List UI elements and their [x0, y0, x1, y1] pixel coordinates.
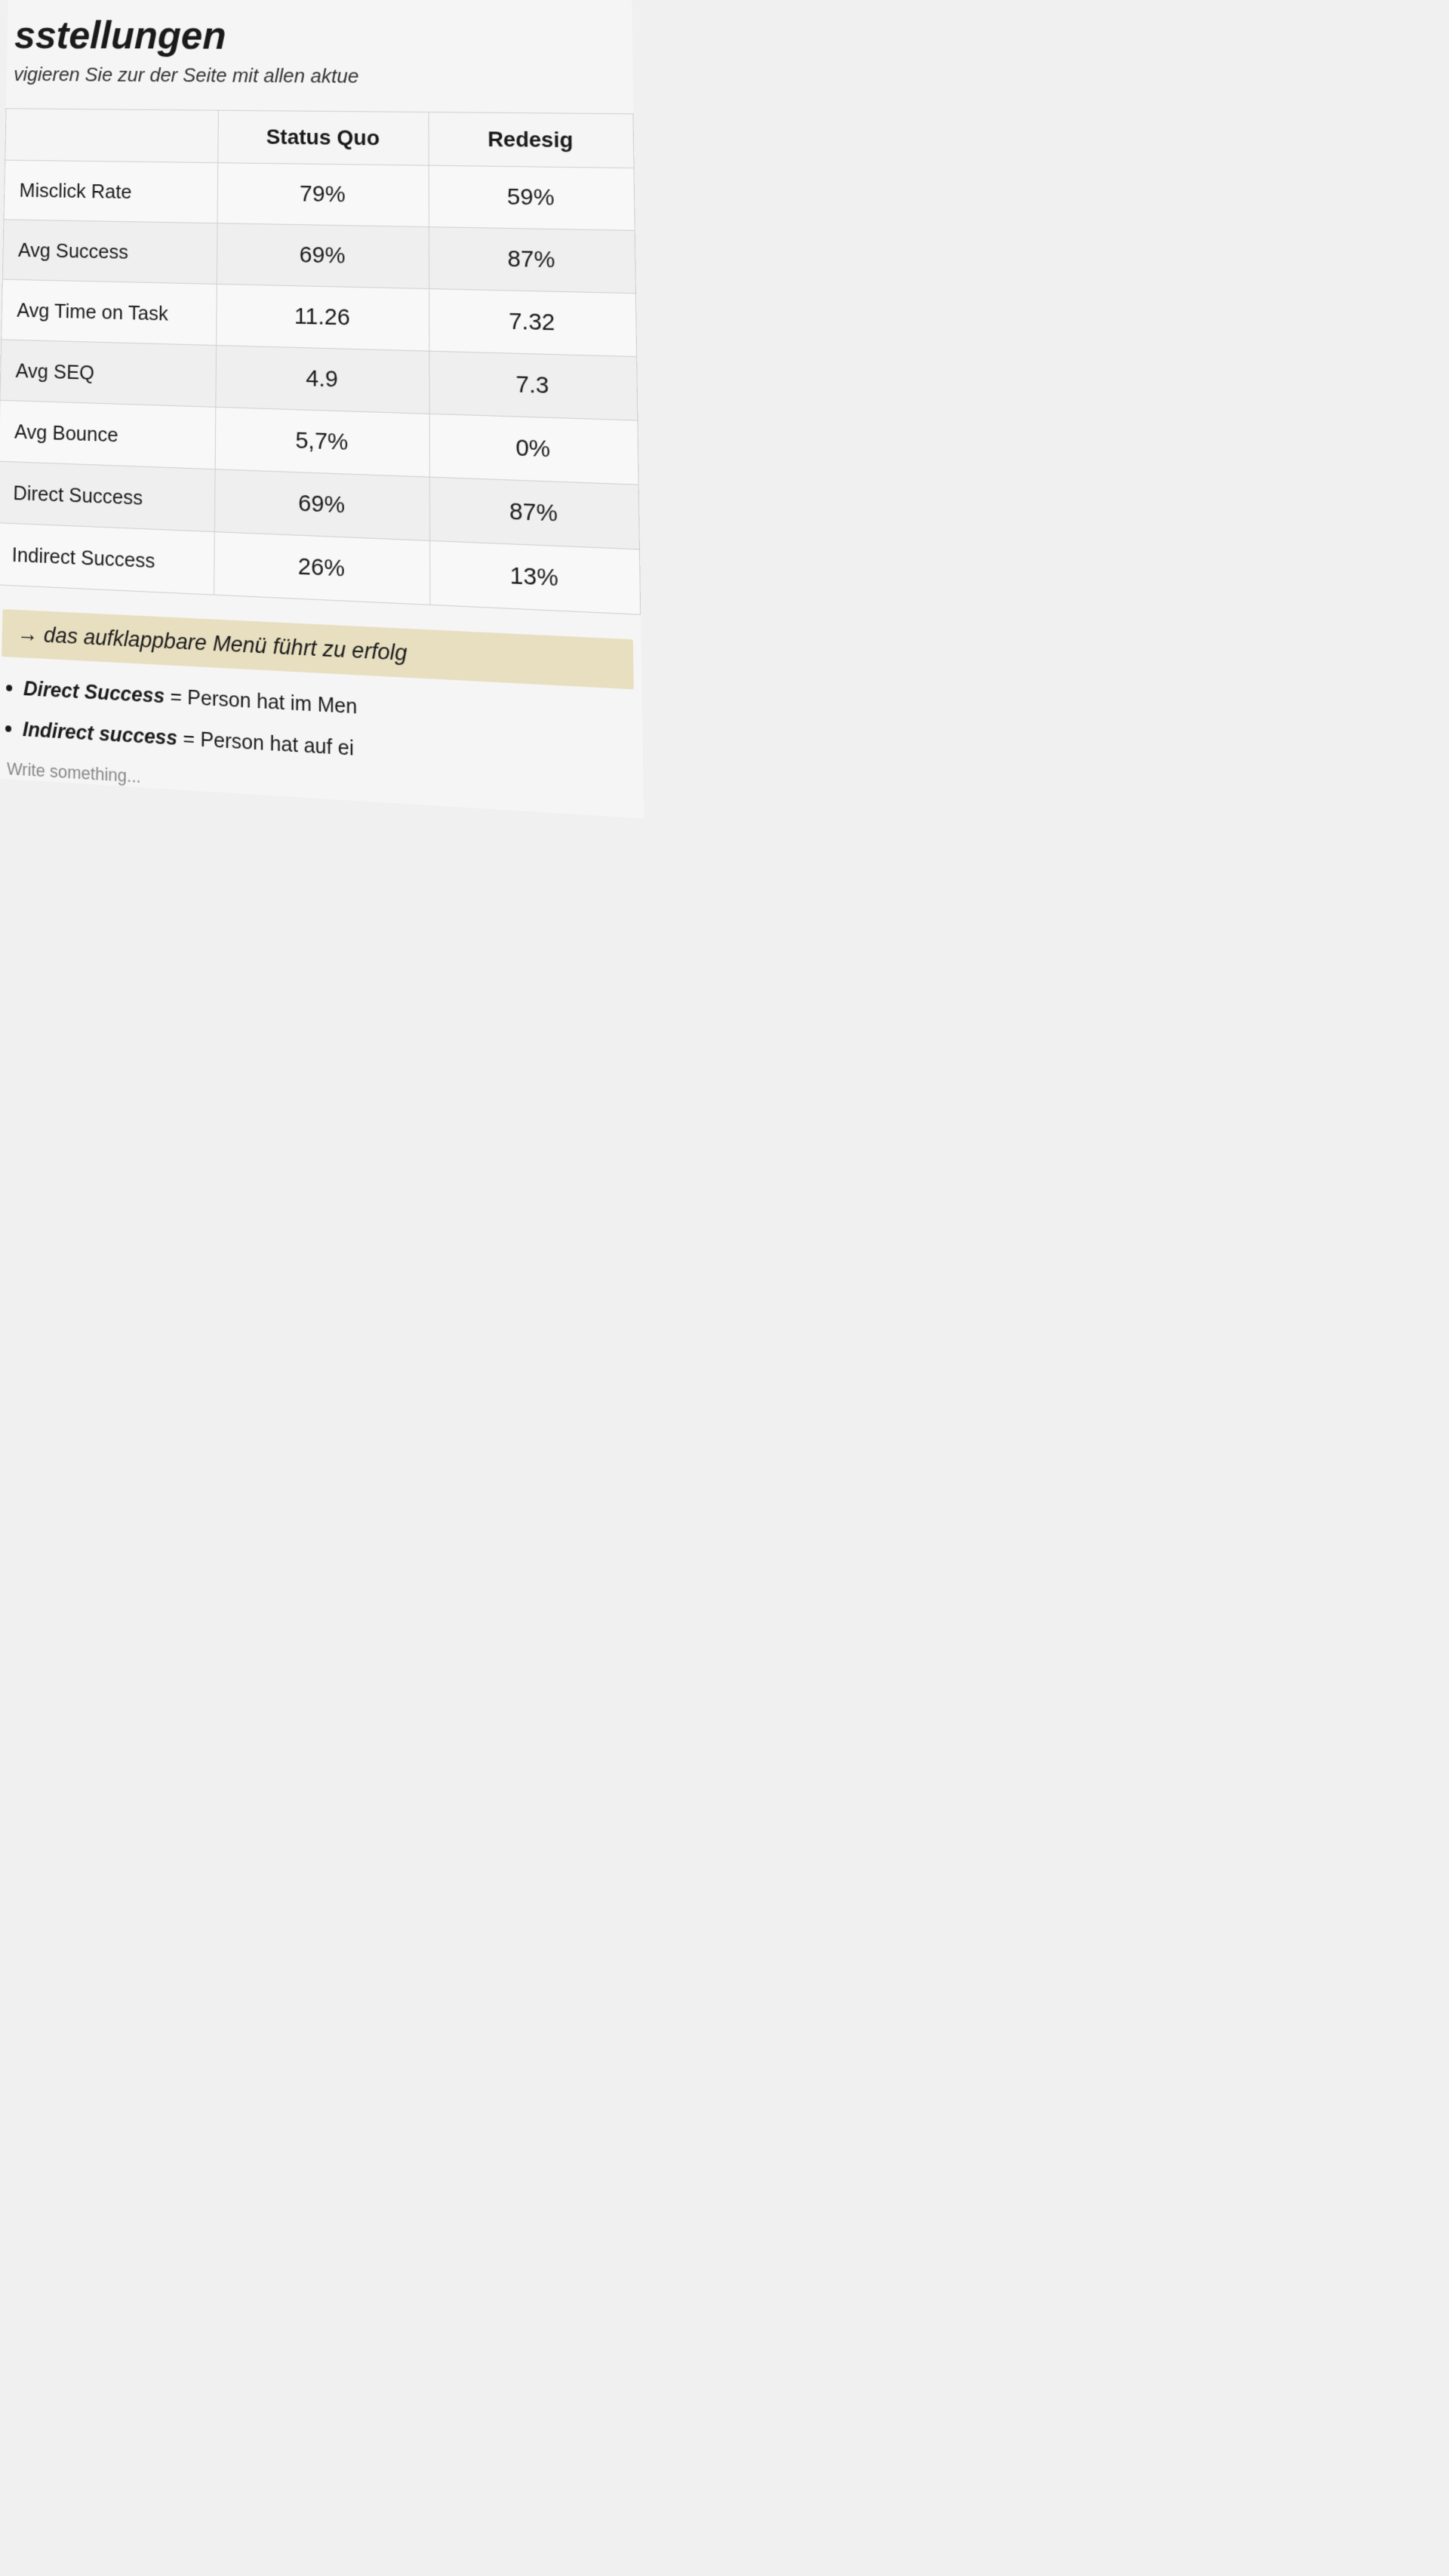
table-body: Misclick Rate79%59%Avg Success69%87%Avg … — [0, 160, 641, 614]
table-cell-metric: Misclick Rate — [4, 160, 218, 223]
table-cell-metric: Avg Time on Task — [2, 279, 217, 345]
table-cell-redesign: 87% — [429, 477, 639, 549]
table-cell-status-quo: 26% — [214, 532, 430, 605]
table-cell-redesign: 59% — [429, 165, 635, 230]
bullet-item-bold: Indirect success — [23, 716, 178, 749]
page-title: sstellungen — [7, 15, 609, 60]
table-cell-metric: Direct Success — [0, 461, 216, 531]
bullet-item-bold: Direct Success — [23, 676, 165, 708]
table-cell-redesign: 7.32 — [429, 289, 636, 357]
bullet-item-text: = Person hat im Men — [165, 684, 357, 719]
table-cell-status-quo: 69% — [217, 223, 429, 289]
col-header-status-quo: Status Quo — [218, 110, 429, 165]
subtitle: vigieren Sie zur der Seite mit allen akt… — [6, 63, 609, 90]
table-cell-metric: Avg Success — [2, 220, 217, 285]
table-cell-metric: Avg SEQ — [0, 340, 217, 407]
top-section: sstellungen vigieren Sie zur der Seite m… — [6, 0, 634, 114]
table-cell-metric: Indirect Success — [0, 523, 215, 595]
table-cell-redesign: 0% — [429, 414, 638, 485]
table-cell-status-quo: 69% — [215, 469, 430, 541]
table-cell-redesign: 13% — [429, 541, 640, 615]
bottom-section: → das aufklappbare Menü führt zu erfolg … — [0, 609, 644, 819]
table-cell-redesign: 7.3 — [429, 351, 638, 420]
table-header-row: Status Quo Redesig — [5, 109, 634, 168]
metrics-table: Status Quo Redesig Misclick Rate79%59%Av… — [0, 108, 641, 615]
table-cell-status-quo: 11.26 — [217, 285, 429, 352]
table-row: Misclick Rate79%59% — [4, 160, 635, 230]
col-header-redesign: Redesig — [429, 112, 634, 168]
col-header-metric — [5, 109, 219, 163]
table-cell-redesign: 87% — [429, 227, 635, 294]
table-wrapper: Status Quo Redesig Misclick Rate79%59%Av… — [0, 108, 641, 615]
table-cell-status-quo: 4.9 — [216, 346, 429, 414]
table-cell-metric: Avg Bounce — [0, 400, 216, 469]
page-container: sstellungen vigieren Sie zur der Seite m… — [0, 0, 644, 818]
table-cell-status-quo: 79% — [217, 163, 429, 227]
table-cell-status-quo: 5,7% — [216, 408, 430, 478]
bullet-item-text: = Person hat auf ei — [177, 725, 354, 760]
